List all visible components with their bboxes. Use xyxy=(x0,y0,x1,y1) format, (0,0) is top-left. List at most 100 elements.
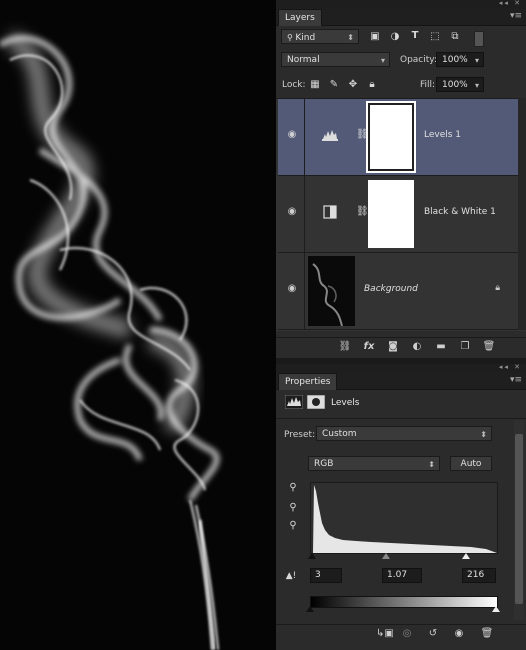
layers-dock-strip: ◂◂ ✕ xyxy=(276,0,526,8)
layer-row-levels[interactable]: ◉ ⛓︎ Levels 1 xyxy=(278,99,518,176)
histogram-graph xyxy=(311,485,497,553)
opacity-field[interactable]: 100% ▾ xyxy=(436,52,484,67)
layer-row-background[interactable]: ◉ Background 🔒︎ xyxy=(278,253,518,330)
opacity-value: 100% xyxy=(442,55,468,65)
clipping-warning-icon[interactable]: ▲! xyxy=(282,570,300,582)
mask-icon[interactable] xyxy=(307,395,325,409)
gamma-slider[interactable] xyxy=(382,553,390,559)
eye-icon[interactable]: ◉ xyxy=(285,283,299,297)
channel-value: RGB xyxy=(314,459,334,469)
background-thumbnail[interactable] xyxy=(308,256,355,326)
tab-properties[interactable]: Properties xyxy=(278,373,338,390)
lock-icon: 🔒︎ xyxy=(495,283,500,293)
fill-value: 100% xyxy=(442,80,468,90)
input-gamma-field[interactable]: 1.07 xyxy=(382,568,422,583)
filter-type-icon[interactable]: T xyxy=(408,30,422,42)
filter-toggle-switch[interactable] xyxy=(474,31,484,47)
mask-icon[interactable]: ◙ xyxy=(386,341,400,352)
filter-shape-icon[interactable]: ⬚ xyxy=(428,31,442,43)
chevron-down-icon: ▾ xyxy=(380,56,385,65)
output-white-slider[interactable] xyxy=(492,606,500,612)
layers-bottom-bar: ⛓︎ fx ◙ ◐ ▬ ❐ 🗑︎ xyxy=(276,337,526,358)
lock-transparent-icon[interactable]: ▦ xyxy=(309,79,321,91)
eye-icon[interactable]: ◉ xyxy=(285,206,299,220)
filter-smart-object-icon[interactable]: ⧉ xyxy=(448,31,462,43)
layer-name[interactable]: Black & White 1 xyxy=(424,207,496,217)
layer-filter-row: ⚲ Kind ⬍ ▣ ◑ T ⬚ ⧉ xyxy=(276,27,526,47)
lock-move-icon[interactable]: ✥ xyxy=(347,79,359,91)
black-point-slider[interactable] xyxy=(308,553,316,559)
opacity-label: Opacity: xyxy=(400,55,437,65)
properties-dock-strip: ◂◂ ✕ xyxy=(276,363,526,372)
lock-brush-icon[interactable]: ✎ xyxy=(328,79,340,91)
trash-icon[interactable]: 🗑︎ xyxy=(480,628,494,639)
blend-mode-select[interactable]: Normal ▾ xyxy=(281,52,390,67)
input-white-field[interactable]: 216 xyxy=(462,568,496,583)
filter-kind-select[interactable]: ⚲ Kind ⬍ xyxy=(281,29,359,44)
layer-mask-thumbnail[interactable] xyxy=(368,180,414,248)
properties-tabbar: Properties ▾≡ xyxy=(276,372,526,390)
eyedropper-white-icon[interactable]: ⚲ xyxy=(286,520,300,532)
layers-scrollbar[interactable] xyxy=(518,98,526,330)
chain-link-icon[interactable]: ⛓︎ xyxy=(356,129,369,140)
channel-select[interactable]: RGB ⬍ xyxy=(308,456,440,471)
clip-icon[interactable]: ↳▣ xyxy=(376,628,394,639)
chevron-updown-icon: ⬍ xyxy=(428,460,435,469)
layers-list: ◉ ⛓︎ Levels 1 ◉ ⛓︎ Black & White 1 ◉ Bac… xyxy=(276,98,526,331)
tab-layers[interactable]: Layers xyxy=(278,9,322,26)
fill-label: Fill: xyxy=(420,80,436,90)
document-canvas[interactable] xyxy=(0,0,276,650)
view-previous-icon[interactable]: ◎ xyxy=(400,628,414,639)
levels-adjustment-icon xyxy=(322,130,338,141)
layer-name[interactable]: Levels 1 xyxy=(424,130,461,140)
adjustment-icon[interactable]: ◐ xyxy=(410,341,424,352)
filter-kind-label: Kind xyxy=(295,33,316,43)
link-icon[interactable]: ⛓︎ xyxy=(338,341,352,352)
panel-dock: ◂◂ ✕ Layers ▾≡ ⚲ Kind ⬍ ▣ ◑ T ⬚ ⧉ Normal… xyxy=(276,0,526,650)
lock-row: Lock: ▦ ✎ ✥ 🔒︎ Fill: 100% ▾ xyxy=(276,75,526,95)
reset-icon[interactable]: ↺ xyxy=(426,628,440,639)
preset-select[interactable]: Custom ⬍ xyxy=(316,426,492,441)
scrollbar-thumb[interactable] xyxy=(515,434,523,604)
black-white-adjustment-icon xyxy=(323,205,337,219)
eyedropper-black-icon[interactable]: ⚲ xyxy=(286,482,300,494)
panel-menu-icon[interactable]: ▾≡ xyxy=(510,11,522,21)
levels-adjustment-icon xyxy=(285,395,303,409)
properties-title: Levels xyxy=(331,398,360,408)
output-black-slider[interactable] xyxy=(306,606,314,612)
preset-value: Custom xyxy=(322,429,357,439)
white-point-slider[interactable] xyxy=(462,553,470,559)
eyedropper-gray-icon[interactable]: ⚲ xyxy=(286,502,300,514)
input-black-field[interactable]: 3 xyxy=(310,568,342,583)
chevron-updown-icon: ⬍ xyxy=(480,430,487,439)
chevron-down-icon: ▾ xyxy=(474,81,479,90)
output-slider-track xyxy=(306,606,500,614)
fx-icon[interactable]: fx xyxy=(362,341,376,352)
input-slider-track xyxy=(308,553,496,561)
lock-label: Lock: xyxy=(282,80,306,90)
properties-header: Levels xyxy=(276,390,526,419)
lock-icon[interactable]: 🔒︎ xyxy=(366,79,378,91)
folder-icon[interactable]: ▬ xyxy=(434,341,448,352)
layer-mask-thumbnail[interactable] xyxy=(366,101,416,173)
auto-button[interactable]: Auto xyxy=(450,456,492,471)
blend-mode-label: Normal xyxy=(287,55,320,65)
collapse-icon[interactable]: ◂◂ ✕ xyxy=(499,0,522,7)
visibility-icon[interactable]: ◉ xyxy=(452,628,466,639)
new-layer-icon[interactable]: ❐ xyxy=(458,341,472,352)
collapse-icon[interactable]: ◂◂ ✕ xyxy=(499,363,522,371)
filter-pixel-icon[interactable]: ▣ xyxy=(368,31,382,43)
layer-row-black-white[interactable]: ◉ ⛓︎ Black & White 1 xyxy=(278,176,518,253)
properties-scrollbar[interactable] xyxy=(514,420,524,620)
eye-icon[interactable]: ◉ xyxy=(285,129,299,143)
chevron-updown-icon: ⬍ xyxy=(347,33,354,42)
trash-icon[interactable]: 🗑︎ xyxy=(482,341,496,352)
panel-menu-icon[interactable]: ▾≡ xyxy=(510,375,522,385)
layers-tabbar: Layers ▾≡ xyxy=(276,8,526,26)
properties-bottom-bar: ↳▣ ◎ ↺ ◉ 🗑︎ xyxy=(276,624,526,647)
histogram xyxy=(310,482,498,554)
fill-field[interactable]: 100% ▾ xyxy=(436,77,484,92)
filter-adjustment-icon[interactable]: ◑ xyxy=(388,31,402,43)
chain-link-icon[interactable]: ⛓︎ xyxy=(356,206,369,217)
layer-name[interactable]: Background xyxy=(364,284,418,294)
